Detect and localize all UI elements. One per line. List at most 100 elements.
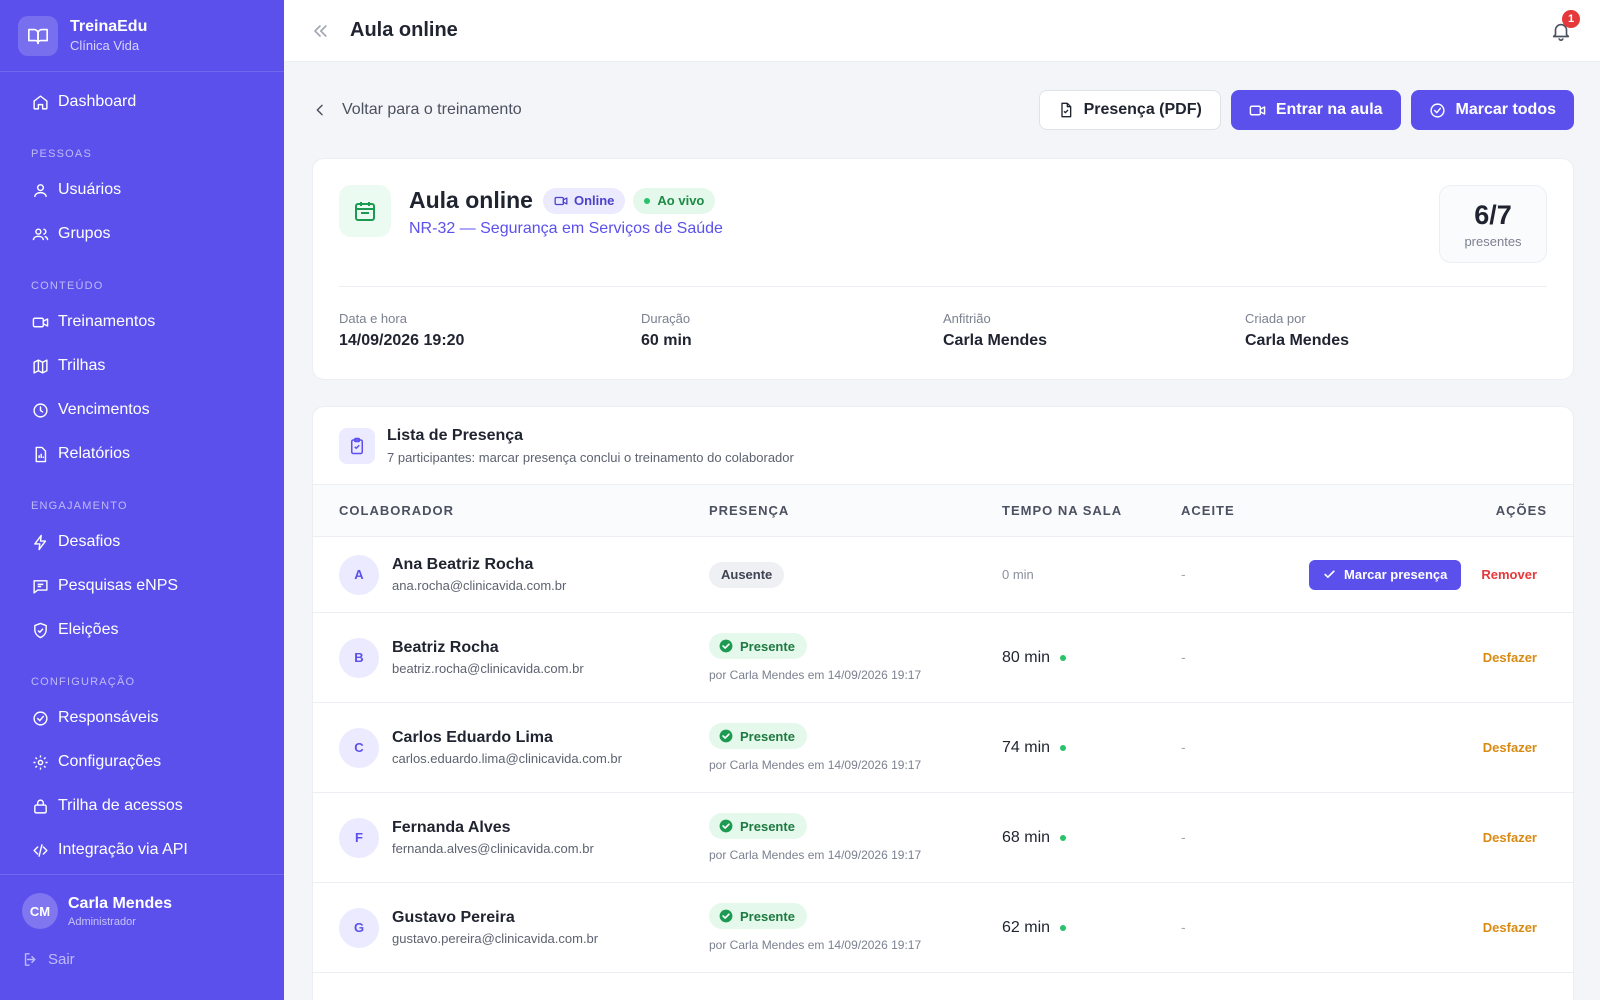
online-dot-icon bbox=[1060, 834, 1067, 841]
sidebar-nav: Dashboard PESSOAS Usuários Grupos CONTEÚ… bbox=[0, 72, 284, 872]
action-bar: Voltar para o treinamento Presença (PDF)… bbox=[312, 62, 1574, 158]
sidebar-item-responsaveis[interactable]: Responsáveis bbox=[0, 696, 284, 740]
table-row: F Fernanda Alves fernanda.alves@clinicav… bbox=[313, 793, 1573, 883]
attendance-pdf-button[interactable]: Presença (PDF) bbox=[1038, 90, 1221, 130]
meta-duration: Duração 60 min bbox=[641, 311, 943, 350]
sidebar-item-usuarios[interactable]: Usuários bbox=[0, 168, 284, 212]
logout-button[interactable]: Sair bbox=[0, 929, 284, 968]
check-circle-icon bbox=[1429, 102, 1446, 119]
time-in-room: 80 min bbox=[1002, 649, 1181, 667]
back-label: Voltar para o treinamento bbox=[342, 101, 522, 118]
sidebar-item-desafios[interactable]: Desafios bbox=[0, 520, 284, 564]
undo-link[interactable]: Desfazer bbox=[1483, 830, 1537, 845]
brand[interactable]: TreinaEdu Clínica Vida bbox=[0, 0, 284, 72]
status-label: Presente bbox=[740, 818, 795, 834]
table-header: COLABORADOR PRESENÇA TEMPO NA SALA ACEIT… bbox=[313, 485, 1573, 537]
undo-link[interactable]: Desfazer bbox=[1483, 650, 1537, 665]
status-badge: Ausente bbox=[709, 561, 785, 588]
sidebar-item-label: Trilha de acessos bbox=[58, 797, 183, 814]
sidebar-item-label: Treinamentos bbox=[58, 313, 156, 330]
video-icon bbox=[554, 194, 568, 208]
undo-link[interactable]: Desfazer bbox=[1483, 740, 1537, 755]
employee-email: fernanda.alves@clinicavida.com.br bbox=[392, 841, 594, 856]
table-row: G Gustavo Pereira gustavo.pereira@clinic… bbox=[313, 883, 1573, 973]
online-tag: Online bbox=[542, 187, 626, 214]
table-row: A Ana Beatriz Rocha ana.rocha@clinicavid… bbox=[313, 537, 1573, 613]
check-circle-icon bbox=[719, 639, 733, 653]
meta-value: Carla Mendes bbox=[943, 332, 1048, 349]
meta-datetime: Data e hora 14/09/2026 19:20 bbox=[339, 311, 641, 350]
header-actions: Presença (PDF) Entrar na aula Marcar tod… bbox=[1038, 90, 1574, 130]
course-link[interactable]: NR-32 — Segurança em Serviços de Saúde bbox=[409, 220, 723, 238]
sidebar-item-vencimentos[interactable]: Vencimentos bbox=[0, 388, 284, 432]
notifications-button[interactable]: 1 bbox=[1550, 10, 1580, 42]
meta-host: Anfitrião Carla Mendes bbox=[943, 311, 1245, 350]
file-icon bbox=[1058, 102, 1074, 118]
sidebar-item-eleicoes[interactable]: Eleições bbox=[0, 608, 284, 652]
employee-email: gustavo.pereira@clinicavida.com.br bbox=[392, 931, 599, 946]
table-row: C Carlos Eduardo Lima carlos.eduardo.lim… bbox=[313, 703, 1573, 793]
remove-link[interactable]: Remover bbox=[1481, 567, 1537, 582]
accept-value: - bbox=[1181, 738, 1186, 755]
mark-all-button[interactable]: Marcar todos bbox=[1410, 90, 1574, 130]
sidebar-item-relatorios[interactable]: Relatórios bbox=[0, 432, 284, 476]
attendance-title: Lista de Presença bbox=[387, 426, 524, 444]
status-label: Presente bbox=[740, 638, 795, 654]
section-people: PESSOAS bbox=[31, 148, 92, 160]
attendance-list: Lista de Presença 7 participantes: marca… bbox=[312, 406, 1574, 1000]
home-icon bbox=[31, 93, 49, 111]
marked-by: por Carla Mendes em 14/09/2026 19:17 bbox=[709, 848, 922, 862]
enter-class-button[interactable]: Entrar na aula bbox=[1230, 90, 1401, 130]
check-circle-icon bbox=[719, 909, 733, 923]
sidebar-item-label: Pesquisas eNPS bbox=[58, 577, 179, 594]
employee-email: carlos.eduardo.lima@clinicavida.com.br bbox=[392, 751, 622, 766]
accept-value: - bbox=[1181, 918, 1186, 935]
marked-by: por Carla Mendes em 14/09/2026 19:17 bbox=[709, 668, 922, 682]
topbar: Aula online 1 bbox=[284, 0, 1600, 62]
sidebar-item-grupos[interactable]: Grupos bbox=[0, 212, 284, 256]
live-tag: Ao vivo bbox=[633, 187, 716, 214]
sidebar-item-dashboard[interactable]: Dashboard bbox=[0, 80, 284, 124]
sidebar-item-configuracoes[interactable]: Configurações bbox=[0, 740, 284, 784]
back-link[interactable]: Voltar para o treinamento bbox=[312, 101, 522, 119]
lock-icon bbox=[31, 797, 49, 815]
map-icon bbox=[31, 357, 49, 375]
logout-label: Sair bbox=[48, 951, 75, 968]
sidebar-item-trilha-acessos[interactable]: Trilha de acessos bbox=[0, 784, 284, 828]
mark-presence-button[interactable]: Marcar presença bbox=[1309, 559, 1462, 590]
status-badge: Presente bbox=[709, 813, 807, 839]
check-icon bbox=[1323, 568, 1336, 581]
meta-value: 60 min bbox=[641, 332, 692, 349]
sidebar-item-label: Trilhas bbox=[58, 357, 106, 374]
meta-label: Criada por bbox=[1245, 311, 1306, 326]
employee-name: Gustavo Pereira bbox=[392, 909, 515, 926]
sidebar-item-trilhas[interactable]: Trilhas bbox=[0, 344, 284, 388]
brand-subtitle: Clínica Vida bbox=[70, 38, 140, 53]
meta-created-by: Criada por Carla Mendes bbox=[1245, 311, 1547, 350]
undo-link[interactable]: Desfazer bbox=[1483, 920, 1537, 935]
attendance-count: 6/7 presentes bbox=[1439, 185, 1547, 263]
time-value: 68 min bbox=[1002, 828, 1051, 846]
collapse-sidebar-icon[interactable] bbox=[310, 21, 330, 41]
sidebar-item-label: Integração via API bbox=[58, 841, 188, 858]
attendance-list-header: Lista de Presença 7 participantes: marca… bbox=[313, 407, 1573, 485]
sidebar-item-label: Eleições bbox=[58, 621, 119, 638]
sidebar-item-api[interactable]: Integração via API bbox=[0, 828, 284, 872]
employee-name: Ana Beatriz Rocha bbox=[392, 556, 534, 573]
accept-value: - bbox=[1181, 565, 1186, 582]
session-meta: Data e hora 14/09/2026 19:20 Duração 60 … bbox=[339, 287, 1547, 350]
gear-icon bbox=[31, 753, 49, 771]
marked-by: por Carla Mendes em 14/09/2026 19:17 bbox=[709, 758, 922, 772]
user-profile[interactable]: CM Carla Mendes Administrador bbox=[0, 875, 284, 929]
employee-email: beatriz.rocha@clinicavida.com.br bbox=[392, 661, 584, 676]
sidebar-item-treinamentos[interactable]: Treinamentos bbox=[0, 300, 284, 344]
sidebar-item-pesquisas[interactable]: Pesquisas eNPS bbox=[0, 564, 284, 608]
sidebar-item-label: Usuários bbox=[58, 181, 122, 198]
time-value: 62 min bbox=[1002, 918, 1051, 936]
meta-value: Carla Mendes bbox=[1245, 332, 1350, 349]
page-title: Aula online bbox=[350, 19, 458, 41]
time-in-room: 74 min bbox=[1002, 739, 1181, 757]
button-label: Marcar presença bbox=[1344, 567, 1448, 582]
avatar: G bbox=[339, 907, 379, 948]
time-in-room: 62 min bbox=[1002, 919, 1181, 937]
